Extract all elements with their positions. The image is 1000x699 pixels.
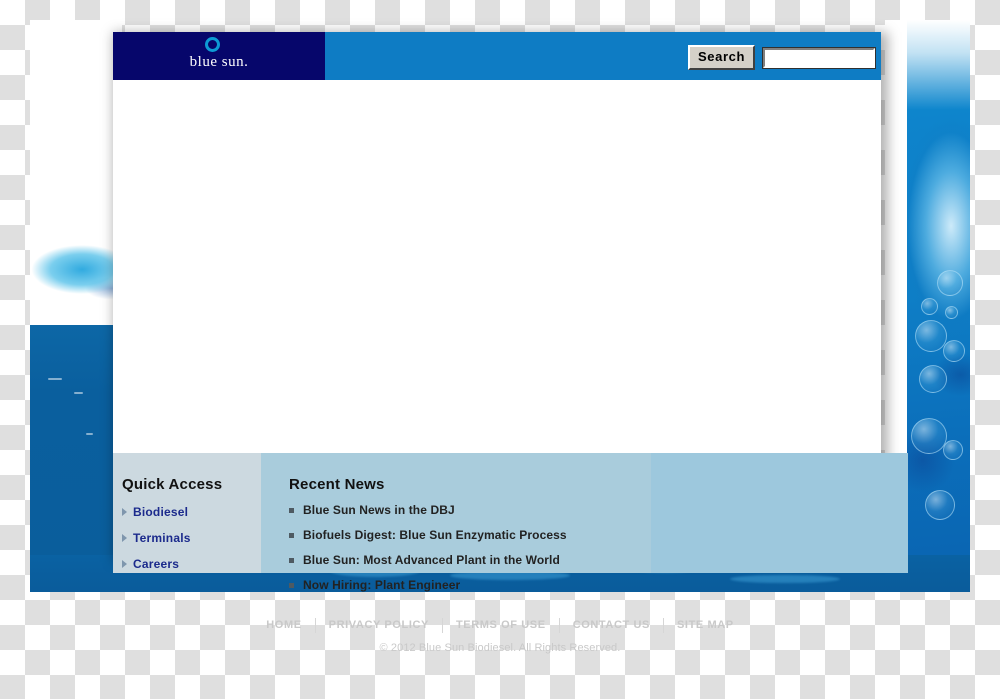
bubble-icon — [911, 418, 947, 454]
list-item[interactable]: Now Hiring: Plant Engineer — [289, 578, 644, 592]
bubble-icon — [943, 340, 965, 362]
footer-link-contact-us[interactable]: CONTACT US — [560, 619, 663, 631]
logo-text: blue sun. — [189, 54, 249, 70]
bullet-icon — [289, 582, 294, 588]
recent-news-list: Blue Sun News in the DBJ Biofuels Digest… — [289, 503, 644, 603]
quick-access-item-careers[interactable]: Careers — [122, 557, 257, 571]
water-top-fade — [907, 20, 970, 170]
bubble-icon — [925, 490, 955, 520]
logo[interactable]: blue sun. — [113, 32, 325, 80]
quick-access-list: Biodiesel Terminals Careers — [122, 505, 257, 583]
footer-nav: HOME PRIVACY POLICY TERMS OF USE CONTACT… — [253, 617, 747, 633]
chevron-right-icon — [122, 508, 127, 516]
list-item-label: Biodiesel — [133, 505, 189, 519]
bubble-icon — [921, 298, 938, 315]
site-footer: HOME PRIVACY POLICY TERMS OF USE CONTACT… — [0, 615, 1000, 654]
bullet-icon — [289, 507, 294, 513]
bullet-icon — [289, 557, 294, 563]
copyright-text: © 2012 Blue Sun Biodiesel. All Rights Re… — [379, 642, 621, 654]
recent-news-title: Recent News — [289, 476, 385, 493]
bottom-panels: Quick Access Biodiesel Terminals Careers… — [113, 453, 908, 592]
bubble-icon — [915, 320, 947, 352]
bubble-icon — [943, 440, 963, 460]
search-area: Search — [688, 45, 876, 70]
list-item-label: Blue Sun News in the DBJ — [303, 503, 455, 517]
list-item-label: Terminals — [133, 531, 191, 545]
list-item-label: Careers — [133, 557, 180, 571]
list-item-label: Blue Sun: Most Advanced Plant in the Wor… — [303, 553, 560, 567]
water-ripple — [48, 378, 62, 380]
list-item[interactable]: Biofuels Digest: Blue Sun Enzymatic Proc… — [289, 528, 644, 542]
secondary-panel — [651, 453, 908, 573]
water-photo-left — [30, 20, 122, 592]
list-item-label: Biofuels Digest: Blue Sun Enzymatic Proc… — [303, 528, 567, 542]
quick-access-panel: Quick Access Biodiesel Terminals Careers — [113, 453, 261, 573]
sky-area — [30, 20, 122, 255]
search-input[interactable] — [762, 46, 876, 69]
bubble-icon — [945, 306, 958, 319]
footer-link-privacy-policy[interactable]: PRIVACY POLICY — [316, 619, 442, 631]
sea-body — [30, 325, 122, 592]
site-header: blue sun. Search — [113, 32, 881, 80]
recent-news-panel: Recent News Blue Sun News in the DBJ Bio… — [261, 453, 651, 592]
quick-access-item-terminals[interactable]: Terminals — [122, 531, 257, 545]
chevron-right-icon — [122, 534, 127, 542]
bubble-icon — [937, 270, 963, 296]
search-button[interactable]: Search — [688, 45, 755, 70]
sun-ring-icon — [205, 37, 220, 52]
quick-access-item-biodiesel[interactable]: Biodiesel — [122, 505, 257, 519]
list-item[interactable]: Blue Sun: Most Advanced Plant in the Wor… — [289, 553, 644, 567]
page-canvas: blue sun. Search Quick Access Biodiesel … — [30, 20, 970, 592]
footer-link-home[interactable]: HOME — [253, 619, 314, 631]
footer-link-site-map[interactable]: SITE MAP — [664, 619, 747, 631]
water-streak — [730, 575, 840, 583]
footer-link-terms-of-use[interactable]: TERMS OF USE — [443, 619, 559, 631]
quick-access-title: Quick Access — [122, 476, 223, 493]
bubble-icon — [919, 365, 947, 393]
water-ripple — [74, 392, 83, 394]
water-ripple — [86, 433, 93, 435]
list-item[interactable]: Blue Sun News in the DBJ — [289, 503, 644, 517]
chevron-right-icon — [122, 560, 127, 568]
list-item-label: Now Hiring: Plant Engineer — [303, 578, 461, 592]
bullet-icon — [289, 532, 294, 538]
